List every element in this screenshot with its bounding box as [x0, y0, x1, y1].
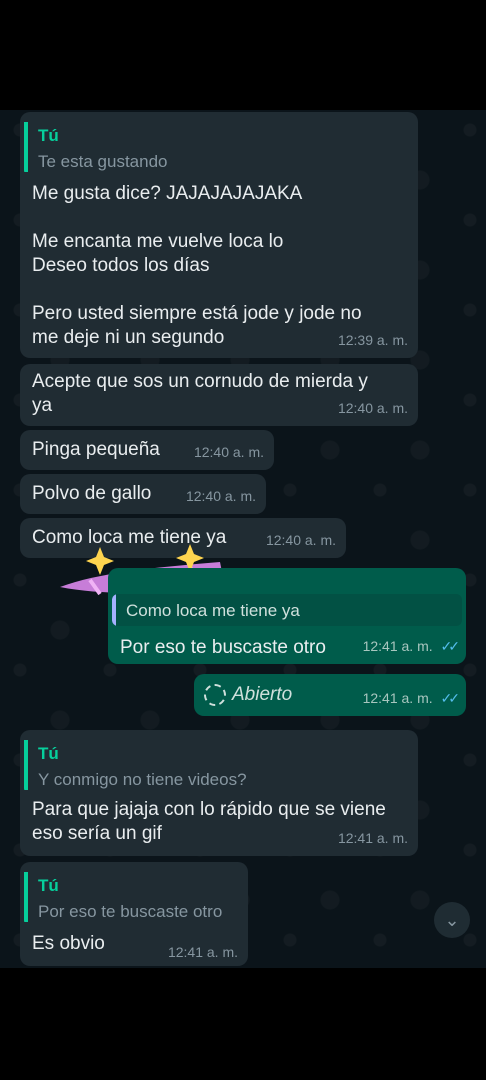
message-text: Abierto — [232, 684, 293, 705]
message-bubble[interactable]: Abierto 12:41 a. m. ✓✓ — [194, 674, 466, 716]
message-bubble[interactable]: Acepte que sos un cornudo de mierda y ya… — [20, 364, 418, 426]
quote-bar — [24, 122, 28, 172]
quote-sender: Tú — [38, 876, 59, 895]
message-time: 12:41 a. m. — [167, 944, 238, 960]
message-time: 12:40 a. m. — [185, 488, 256, 504]
message-text: Polvo de gallo — [32, 483, 152, 504]
message-bubble[interactable]: Pinga pequeña 12:40 a. m. — [20, 430, 274, 470]
message-time-text: 12:41 a. m. — [362, 638, 433, 654]
message-time: 12:41 a. m. ✓✓ — [362, 634, 461, 658]
view-once-icon — [204, 684, 226, 706]
message-bubble[interactable]: Polvo de gallo 12:40 a. m. — [20, 474, 266, 514]
message-time: 12:40 a. m. — [337, 400, 408, 416]
quoted-reply[interactable]: Tú Por eso te buscaste otro — [24, 866, 244, 926]
quoted-reply[interactable]: Tú Te esta gustando — [24, 116, 414, 176]
quote-bar — [24, 740, 28, 790]
message-time: 12:39 a. m. — [337, 332, 408, 348]
message-time: 12:40 a. m. — [193, 444, 264, 460]
quoted-reply[interactable]: Como loca me tiene ya — [112, 594, 462, 626]
double-chevron-down-icon: ⌄ — [444, 910, 460, 930]
message-time-text: 12:41 a. m. — [362, 690, 433, 706]
quote-sender: Tú — [38, 126, 59, 145]
message-time: 12:41 a. m. ✓✓ — [362, 686, 461, 710]
chat-area[interactable]: Tú Te esta gustando Me gusta dice? JAJAJ… — [0, 110, 486, 968]
message-time: 12:40 a. m. — [265, 532, 336, 548]
read-receipt-icon: ✓✓ — [440, 638, 461, 654]
message-time: 12:41 a. m. — [337, 830, 408, 846]
quote-text: Por eso te buscaste otro — [38, 902, 223, 921]
quote-bar — [24, 872, 28, 922]
message-text: Me gusta dice? JAJAJAJAJAKA Me encanta m… — [32, 183, 362, 348]
quote-text: Te esta gustando — [38, 152, 168, 171]
message-bubble[interactable]: Como loca me tiene ya Por eso te buscast… — [108, 568, 466, 664]
message-text: Acepte que sos un cornudo de mierda y ya — [32, 371, 368, 416]
message-text: Pinga pequeña — [32, 439, 160, 460]
message-bubble[interactable]: Tú Por eso te buscaste otro Es obvio 12:… — [20, 862, 248, 966]
quote-text: Y conmigo no tiene videos? — [38, 770, 247, 789]
scroll-down-button[interactable]: ⌄ — [434, 902, 470, 938]
message-text: Es obvio — [32, 933, 105, 954]
message-bubble[interactable]: Tú Y conmigo no tiene videos? Para que j… — [20, 730, 418, 856]
read-receipt-icon: ✓✓ — [440, 690, 461, 706]
message-bubble[interactable]: Tú Te esta gustando Me gusta dice? JAJAJ… — [20, 112, 418, 358]
quote-bar — [112, 594, 116, 626]
message-text: Por eso te buscaste otro — [120, 637, 326, 658]
message-text: Para que jajaja con lo rápido que se vie… — [32, 799, 386, 844]
quoted-reply[interactable]: Tú Y conmigo no tiene videos? — [24, 734, 414, 794]
quote-text: Como loca me tiene ya — [126, 601, 300, 620]
quote-sender: Tú — [38, 744, 59, 763]
